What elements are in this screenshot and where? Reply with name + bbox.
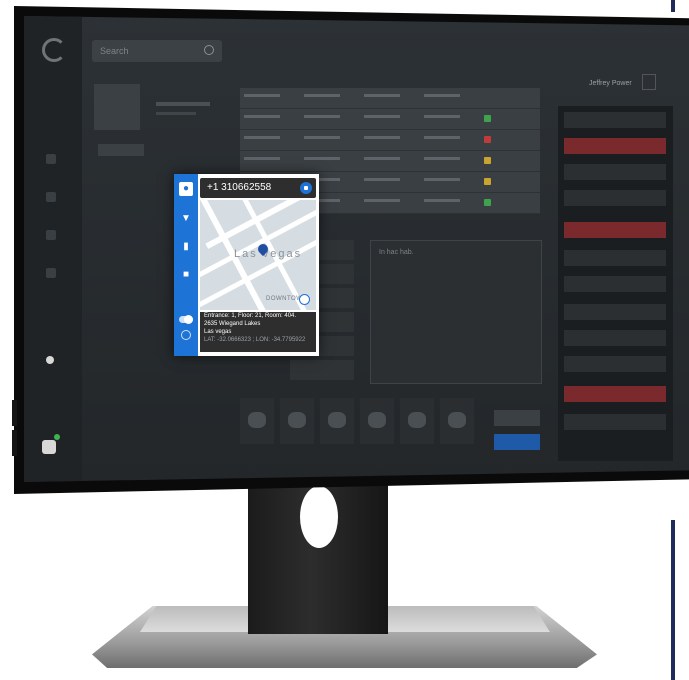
video-camera-icon[interactable]: ▮ <box>179 240 193 254</box>
sidebar-nav-icon[interactable] <box>46 230 56 240</box>
thumbnail[interactable] <box>440 398 474 444</box>
primary-button[interactable] <box>494 434 540 450</box>
thumbnail[interactable] <box>360 398 394 444</box>
list-item[interactable] <box>564 164 666 180</box>
popup-sidebar: ● ▼ ▮ ■ <box>174 174 198 356</box>
sidebar-active-indicator <box>46 356 54 364</box>
search-input[interactable]: Search <box>92 40 222 62</box>
search-placeholder: Search <box>100 46 129 56</box>
message-panel-title: In hac hab. <box>379 249 414 256</box>
brand-logo-icon <box>178 330 194 346</box>
list-item[interactable] <box>564 414 666 430</box>
location-pin-icon[interactable]: ▼ <box>179 212 193 226</box>
list-item[interactable] <box>290 360 354 380</box>
edge-line-top <box>671 0 675 12</box>
list-item[interactable] <box>564 250 666 266</box>
profile-subtitle-text <box>156 112 196 115</box>
thumbnail[interactable] <box>280 398 314 444</box>
list-item-alert[interactable] <box>564 222 666 238</box>
monitor-stand-cable-hole <box>300 486 338 548</box>
list-item[interactable] <box>564 276 666 292</box>
profile-action-button[interactable] <box>98 144 144 156</box>
user-name[interactable]: Jeffrey Power <box>589 80 632 87</box>
right-column-list <box>558 106 673 461</box>
user-menu-icon[interactable] <box>642 74 656 90</box>
search-icon[interactable] <box>204 45 214 55</box>
phone-number[interactable]: +1 310662558 <box>207 182 271 193</box>
list-item-alert[interactable] <box>564 138 666 154</box>
toggle-switch[interactable] <box>179 315 193 324</box>
notification-badge <box>54 434 60 440</box>
address-line: Las vegas <box>204 329 232 335</box>
map-view[interactable]: Las vegas DOWNTOWN <box>200 200 316 310</box>
sidebar-nav-icon[interactable] <box>46 192 56 202</box>
edge-line-bottom <box>671 520 675 680</box>
notification-icon[interactable] <box>42 440 56 454</box>
address-line: Entrance: 1, Floor: 21, Room: 404. <box>204 313 297 319</box>
list-item[interactable] <box>564 304 666 320</box>
thumbnail[interactable] <box>320 398 354 444</box>
avatar <box>94 84 140 130</box>
monitor-screen: Search Jeffrey Power In hac hab. ● ▼ ▮ ■… <box>24 16 689 482</box>
sidebar-nav-icon[interactable] <box>46 154 56 164</box>
message-panel: In hac hab. <box>370 240 542 384</box>
moon-logo-icon <box>42 38 66 62</box>
person-icon[interactable]: ● <box>179 182 193 196</box>
profile-name-text <box>156 102 210 106</box>
list-item[interactable] <box>564 330 666 346</box>
coordinates-text: LAT: -32.0666323 ; LON: -34.7795922 <box>204 337 306 343</box>
address-panel: Entrance: 1, Floor: 21, Room: 404. 2635 … <box>200 312 316 352</box>
left-sidebar <box>24 16 82 482</box>
address-line: 2635 Wiegand Lakes <box>204 321 261 327</box>
secondary-button[interactable] <box>494 410 540 426</box>
list-item[interactable] <box>564 112 666 128</box>
monitor-side-button <box>12 430 17 456</box>
list-item-alert[interactable] <box>564 386 666 402</box>
stop-call-button[interactable] <box>300 182 312 194</box>
list-item[interactable] <box>564 356 666 372</box>
phone-header: +1 310662558 <box>200 178 316 198</box>
monitor-side-button <box>12 400 17 426</box>
thumbnail[interactable] <box>400 398 434 444</box>
thumbnail[interactable] <box>240 398 274 444</box>
thumbnail-strip <box>240 398 488 448</box>
locate-icon[interactable] <box>299 294 310 305</box>
list-item[interactable] <box>564 190 666 206</box>
contact-location-popup: ● ▼ ▮ ■ +1 310662558 Las vegas DOWNTOWN … <box>174 174 319 356</box>
chat-icon[interactable]: ■ <box>179 268 193 282</box>
sidebar-nav-icon[interactable] <box>46 268 56 278</box>
